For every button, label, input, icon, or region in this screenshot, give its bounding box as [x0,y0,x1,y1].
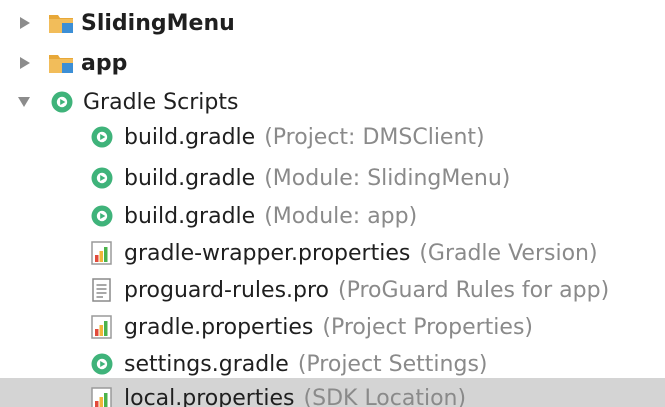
tree-item-name: build.gradle [124,165,256,191]
tree-item-hint: (SDK Location) [303,385,467,407]
properties-file-icon [91,387,113,407]
tree-item-hint: (Module: SlidingMenu) [264,165,511,191]
expand-arrow-icon[interactable] [16,54,34,72]
tree-item-name: build.gradle [124,203,256,229]
gradle-icon [90,204,114,228]
gradle-icon [90,352,114,376]
tree-item-build-gradle-slidingmenu[interactable]: build.gradle (Module: SlidingMenu) [0,158,665,198]
module-folder-icon [48,12,74,34]
text-file-icon [92,278,112,302]
tree-item-label: local.properties (SDK Location) [124,386,466,407]
tree-item-label: settings.gradle (Project Settings) [124,352,488,377]
tree-item-label: build.gradle (Module: app) [124,204,417,229]
tree-item-label: build.gradle (Project: DMSClient) [124,125,485,150]
tree-item-proguard-rules[interactable]: proguard-rules.pro (ProGuard Rules for a… [0,270,665,310]
tree-item-hint: (Project: DMSClient) [264,124,485,150]
tree-item-gradle-scripts[interactable]: Gradle Scripts [0,82,665,122]
tree-item-hint: (ProGuard Rules for app) [338,277,610,303]
tree-item-name: local.properties [124,385,295,407]
tree-item-label: proguard-rules.pro (ProGuard Rules for a… [124,278,609,303]
collapse-arrow-icon[interactable] [15,93,33,111]
tree-item-build-gradle-app[interactable]: build.gradle (Module: app) [0,196,665,236]
tree-item-label: Gradle Scripts [83,90,238,115]
tree-item-label: gradle.properties (Project Properties) [124,315,533,340]
tree-item-gradle-wrapper-properties[interactable]: gradle-wrapper.properties (Gradle Versio… [0,233,665,273]
gradle-icon [90,166,114,190]
tree-item-slidingmenu[interactable]: SlidingMenu [0,3,665,43]
project-tree: SlidingMenu app Gradle Scripts build.gra… [0,0,665,407]
tree-item-label: build.gradle (Module: SlidingMenu) [124,166,510,191]
tree-item-local-properties[interactable]: local.properties (SDK Location) [0,378,665,407]
tree-item-name: app [81,50,128,76]
tree-item-app[interactable]: app [0,43,665,83]
tree-item-hint: (Project Properties) [322,314,533,340]
gradle-icon [90,125,114,149]
tree-item-gradle-properties[interactable]: gradle.properties (Project Properties) [0,307,665,347]
tree-item-label: gradle-wrapper.properties (Gradle Versio… [124,241,598,266]
tree-item-name: settings.gradle [124,351,289,377]
tree-item-label: app [81,51,127,76]
properties-file-icon [91,315,113,339]
tree-item-name: gradle-wrapper.properties [124,240,411,266]
properties-file-icon [91,241,113,265]
tree-item-name: build.gradle [124,124,256,150]
tree-item-name: SlidingMenu [81,10,235,36]
tree-item-hint: (Module: app) [264,203,418,229]
tree-item-name: gradle.properties [124,314,314,340]
tree-item-name: Gradle Scripts [83,89,239,115]
expand-arrow-icon[interactable] [16,14,34,32]
tree-item-hint: (Gradle Version) [419,240,598,266]
tree-item-hint: (Project Settings) [297,351,488,377]
module-folder-icon [48,52,74,74]
gradle-icon [50,90,74,114]
tree-item-label: SlidingMenu [81,11,235,36]
tree-item-build-gradle-project[interactable]: build.gradle (Project: DMSClient) [0,117,665,157]
tree-item-name: proguard-rules.pro [124,277,330,303]
